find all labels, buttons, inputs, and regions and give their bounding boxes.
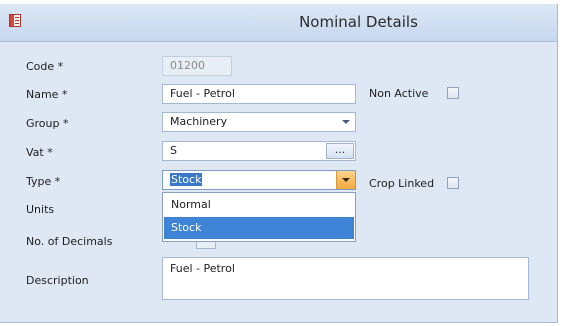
group-value: Machinery xyxy=(170,115,228,128)
type-option-normal[interactable]: Normal xyxy=(164,194,354,216)
group-dropdown-button[interactable] xyxy=(337,113,355,131)
group-dropdown[interactable]: Machinery xyxy=(162,112,356,132)
type-value: Stock xyxy=(170,173,203,186)
decimals-label: No. of Decimals xyxy=(26,235,113,248)
decimals-field[interactable] xyxy=(196,242,216,249)
type-dropdown-button[interactable] xyxy=(336,171,355,189)
type-label: Type * xyxy=(26,175,61,188)
vat-field[interactable]: S ... xyxy=(162,141,356,161)
units-label: Units xyxy=(26,203,55,216)
group-label: Group * xyxy=(26,117,69,130)
nominal-details-window: Nominal Details Code * 01200 Name * Fuel… xyxy=(0,4,558,323)
chevron-down-icon xyxy=(342,178,350,182)
chevron-down-icon xyxy=(342,120,350,124)
code-field: 01200 xyxy=(162,56,232,76)
non-active-checkbox[interactable] xyxy=(447,87,459,99)
non-active-label: Non Active xyxy=(369,87,429,100)
crop-linked-checkbox[interactable] xyxy=(447,177,459,189)
type-dropdown[interactable]: Stock xyxy=(162,170,356,190)
description-label: Description xyxy=(26,274,89,287)
vat-lookup-button[interactable]: ... xyxy=(326,143,354,159)
name-field[interactable]: Fuel - Petrol xyxy=(162,84,356,104)
name-label: Name * xyxy=(26,88,68,101)
crop-linked-label: Crop Linked xyxy=(369,177,435,190)
code-label: Code * xyxy=(26,60,64,73)
description-textarea[interactable]: Fuel - Petrol xyxy=(162,257,529,300)
vat-label: Vat * xyxy=(26,146,53,159)
title-bar: Nominal Details xyxy=(0,4,557,42)
type-option-stock[interactable]: Stock xyxy=(164,217,354,239)
vat-value: S xyxy=(170,144,177,157)
type-dropdown-list: Normal Stock xyxy=(162,192,356,242)
window-title: Nominal Details xyxy=(299,13,418,31)
